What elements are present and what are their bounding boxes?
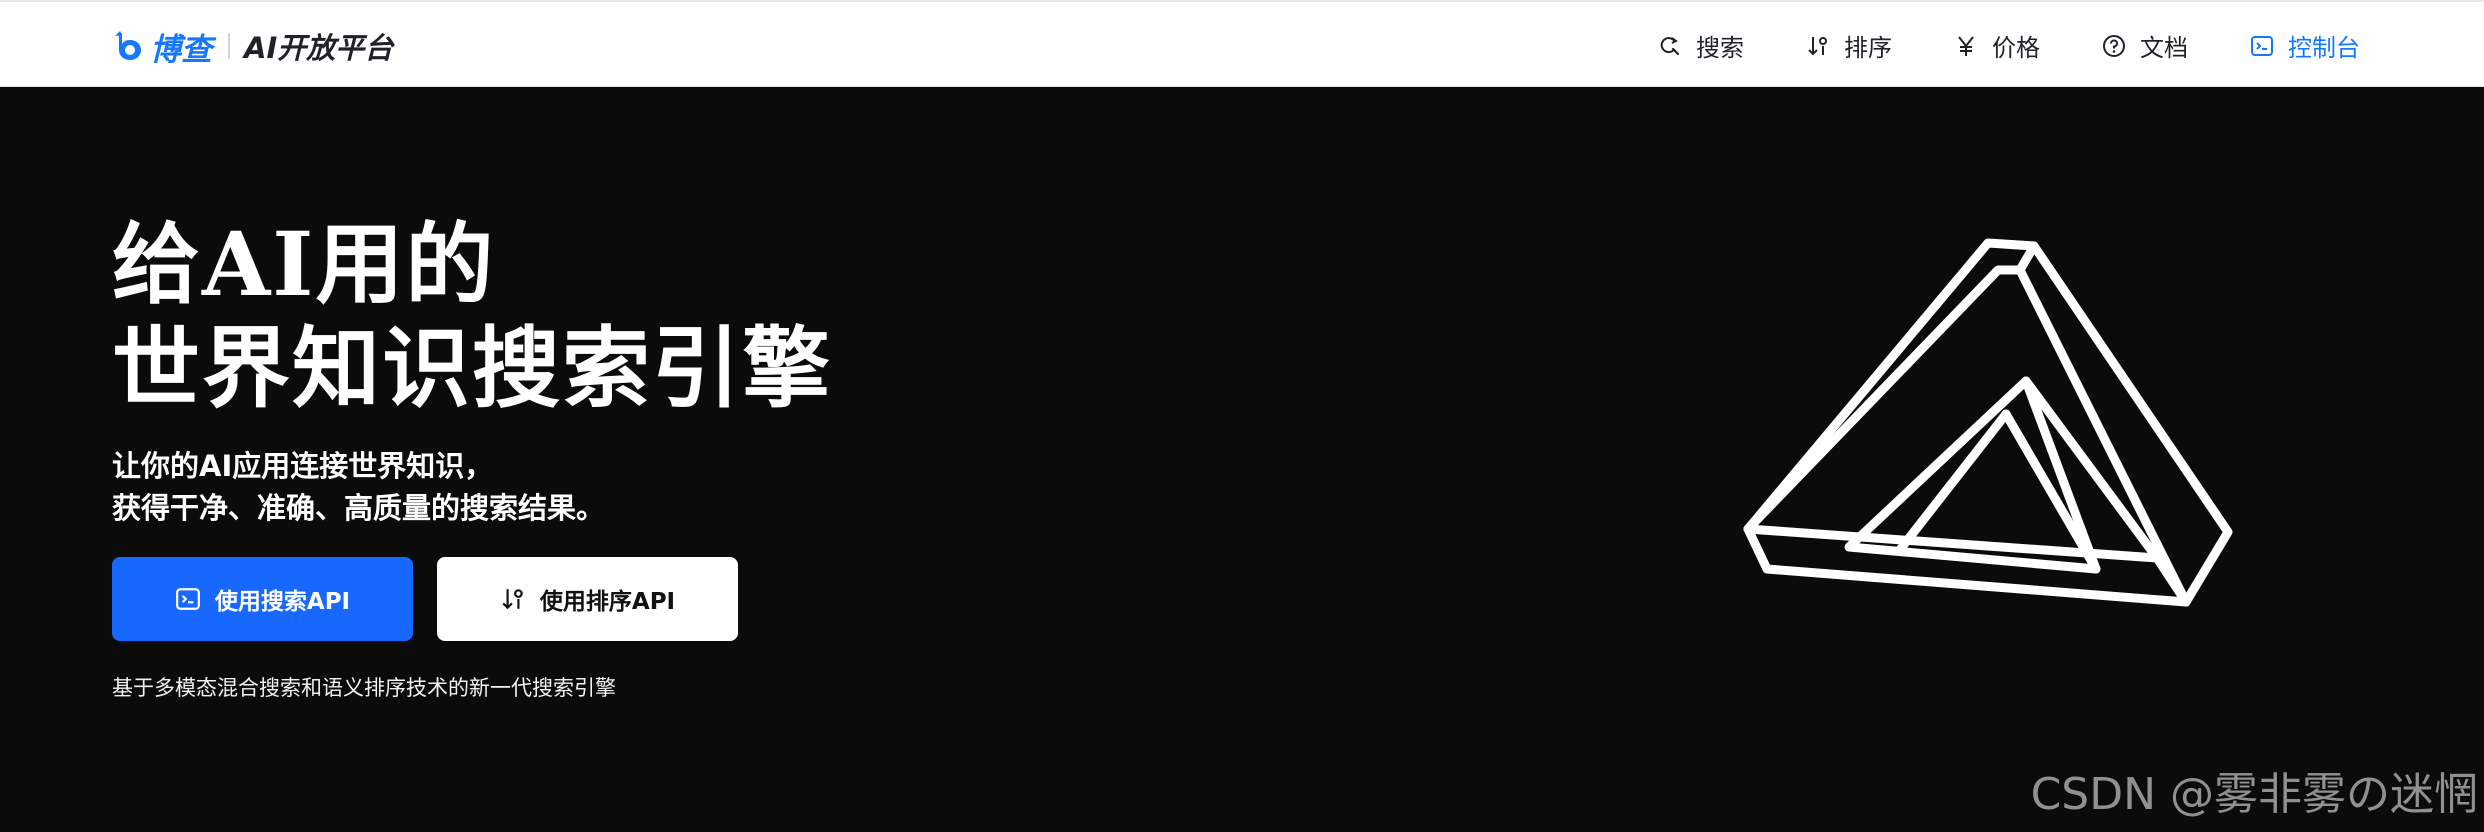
nav-item-sort[interactable]: 排序	[1806, 28, 1892, 63]
hero-subtitle-line2: 获得干净、准确、高质量的搜索结果。	[112, 491, 606, 525]
terminal-icon	[2251, 35, 2273, 56]
top-navigation-bar: 博查 AI开放平台 搜索 排序 价格 文档 控制台	[0, 0, 2484, 87]
nav-label-search: 搜索	[1696, 34, 1744, 62]
terminal-icon	[175, 588, 200, 610]
use-search-api-button[interactable]: 使用搜索API	[112, 557, 413, 641]
nav-label-pricing: 价格	[1992, 34, 2040, 62]
hero-title: 给AI用的 世界知识搜索引擎	[112, 212, 832, 420]
use-rerank-api-label: 使用排序API	[539, 589, 676, 615]
logo-name: 博查	[150, 31, 212, 68]
hero-subtitle-line1: 让你的AI应用连接世界知识，	[112, 449, 494, 483]
nav-item-docs[interactable]: 文档	[2102, 28, 2188, 63]
hero-section: 给AI用的 世界知识搜索引擎 让你的AI应用连接世界知识， 获得干净、准确、高质…	[0, 87, 2484, 832]
logo-divider	[228, 33, 230, 59]
penrose-triangle-illustration	[1743, 238, 2233, 607]
use-rerank-api-button[interactable]: 使用排序API	[437, 557, 738, 641]
csdn-watermark: CSDN @雾非雾の迷惘	[2030, 769, 2478, 820]
brand-logo[interactable]: 博查 AI开放平台	[114, 26, 394, 68]
hero-title-line1: 给AI用的	[112, 212, 496, 316]
search-icon	[1660, 36, 1680, 55]
hero-subtitle: 让你的AI应用连接世界知识， 获得干净、准确、高质量的搜索结果。	[112, 445, 605, 529]
nav-label-sort: 排序	[1844, 34, 1892, 62]
nav-item-search[interactable]: 搜索	[1658, 28, 1744, 63]
nav-item-console[interactable]: 控制台	[2250, 28, 2360, 63]
sort-icon	[502, 589, 523, 610]
bocha-logo-icon	[115, 31, 141, 60]
platform-name: AI开放平台	[244, 31, 394, 65]
hero-tagline: 基于多模态混合搜索和语义排序技术的新一代搜索引擎	[112, 676, 616, 700]
main-nav: 搜索 排序 价格 文档 控制台	[1596, 2, 2360, 89]
nav-label-docs: 文档	[2140, 34, 2188, 62]
nav-label-console: 控制台	[2288, 34, 2360, 62]
help-circle-icon	[2103, 34, 2125, 57]
yen-icon	[1958, 35, 1974, 56]
use-search-api-label: 使用搜索API	[214, 589, 351, 615]
hero-title-line2: 世界知识搜索引擎	[112, 316, 833, 420]
sort-icon	[1808, 36, 1827, 55]
nav-item-pricing[interactable]: 价格	[1954, 28, 2040, 63]
